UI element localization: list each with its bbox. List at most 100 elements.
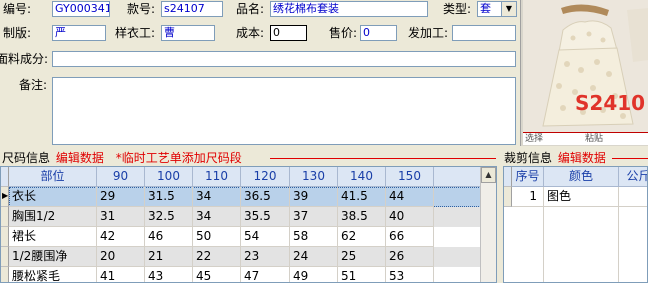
size-cell[interactable]: 53 (386, 267, 434, 282)
type-value: 套 (480, 2, 491, 15)
photo-overlay-text: S2410 (575, 91, 646, 115)
size-grid[interactable]: 部位 90 100 110 120 130 140 150 ▶ 衣长 29 31… (0, 166, 497, 283)
size-cell[interactable]: 25 (338, 247, 386, 267)
size-col-header[interactable]: 130 (290, 167, 338, 187)
chevron-down-icon[interactable]: ▼ (501, 2, 516, 16)
size-cell[interactable]: 47 (241, 267, 290, 282)
size-cell[interactable]: 38.5 (338, 207, 386, 227)
table-row[interactable]: 腰松紧毛 41 43 45 47 49 51 53 (1, 267, 481, 282)
table-row[interactable]: 1/2腰围净 20 21 22 23 24 25 26 (1, 247, 481, 267)
remark-textarea[interactable] (52, 77, 516, 145)
table-row[interactable]: ▶ 衣长 29 31.5 34 36.5 39 41.5 44 (1, 187, 481, 207)
size-cell[interactable]: 23 (241, 247, 290, 267)
sample-field[interactable]: 曹 (161, 25, 215, 41)
size-cell[interactable]: 62 (338, 227, 386, 247)
product-photo: S2410 (523, 0, 648, 132)
cut-grid[interactable]: 序号 颜色 公斤 1 图色 (503, 166, 648, 283)
size-cell[interactable]: 50 (193, 227, 241, 247)
row-indicator (504, 187, 512, 207)
size-cell[interactable]: 29 (97, 187, 145, 207)
code-label: 编号: (3, 2, 32, 16)
cut-col-header[interactable]: 颜色 (544, 167, 619, 187)
size-note: *临时工艺单添加尺码段 (115, 151, 242, 165)
price-label: 售价: (329, 26, 358, 40)
fabric-label: 面料成分: (0, 52, 49, 66)
size-cell[interactable]: 43 (145, 267, 193, 282)
size-edit-link[interactable]: 编辑数据 (56, 151, 104, 165)
fabric-field[interactable] (52, 51, 516, 67)
style-field[interactable]: s24107 (161, 1, 223, 17)
size-section-title: 尺码信息 编辑数据 *临时工艺单添加尺码段 (2, 151, 242, 165)
size-col-header[interactable]: 140 (338, 167, 386, 187)
size-cell[interactable]: 46 (145, 227, 193, 247)
cut-cell[interactable] (619, 187, 647, 207)
size-col-header[interactable]: 150 (386, 167, 434, 187)
size-cell[interactable]: 32.5 (145, 207, 193, 227)
paste-photo-button[interactable]: 粘贴 (585, 133, 603, 145)
table-row[interactable]: 胸围1/2 31 32.5 34 35.5 37 38.5 40 (1, 207, 481, 227)
type-select[interactable]: 套 ▼ (477, 1, 517, 17)
cut-cell[interactable]: 图色 (544, 187, 619, 207)
size-cell[interactable]: 58 (290, 227, 338, 247)
size-header-filler (434, 167, 481, 187)
size-cell[interactable]: 39 (290, 187, 338, 207)
table-row[interactable]: 1 图色 (504, 187, 647, 207)
cost-field[interactable]: 0 (270, 25, 307, 41)
header-indicator (1, 167, 9, 187)
size-cell[interactable]: 34 (193, 187, 241, 207)
size-cell[interactable]: 胸围1/2 (9, 207, 97, 227)
price-field[interactable]: 0 (360, 25, 397, 41)
size-cell[interactable]: 31 (97, 207, 145, 227)
size-cell[interactable]: 44 (386, 187, 434, 207)
size-cell[interactable]: 26 (386, 247, 434, 267)
size-cell[interactable]: 22 (193, 247, 241, 267)
style-label: 款号: (127, 2, 156, 16)
size-cell[interactable]: 20 (97, 247, 145, 267)
size-cell[interactable]: 34 (193, 207, 241, 227)
cut-col-header[interactable]: 公斤 (619, 167, 647, 187)
size-col-header[interactable]: 100 (145, 167, 193, 187)
size-col-header[interactable]: 90 (97, 167, 145, 187)
size-cell[interactable]: 66 (386, 227, 434, 247)
size-col-header[interactable]: 部位 (9, 167, 97, 187)
size-cell[interactable]: 24 (290, 247, 338, 267)
size-cell[interactable]: 42 (97, 227, 145, 247)
size-cell[interactable]: 35.5 (241, 207, 290, 227)
size-cell[interactable]: 45 (193, 267, 241, 282)
size-col-header[interactable]: 120 (241, 167, 290, 187)
cut-col-header[interactable]: 序号 (512, 167, 544, 187)
row-indicator (1, 227, 9, 247)
size-cell[interactable]: 21 (145, 247, 193, 267)
maker-field[interactable]: 严 (52, 25, 106, 41)
cut-cell[interactable]: 1 (512, 187, 544, 207)
size-cell[interactable]: 37 (290, 207, 338, 227)
table-row[interactable]: 裙长 42 46 50 54 58 62 66 (1, 227, 481, 247)
size-cell[interactable]: 裙长 (9, 227, 97, 247)
size-cell[interactable]: 54 (241, 227, 290, 247)
header-indicator (504, 167, 512, 187)
cut-column-line (512, 207, 544, 282)
size-cell[interactable]: 41 (97, 267, 145, 282)
processor-field[interactable] (452, 25, 516, 41)
size-cell[interactable]: 41.5 (338, 187, 386, 207)
size-cell[interactable]: 衣长 (9, 187, 97, 207)
size-cell[interactable]: 36.5 (241, 187, 290, 207)
size-grid-scrollbar[interactable]: ▲ (480, 167, 496, 282)
cut-section-title: 裁剪信息 编辑数据 (504, 151, 606, 165)
size-cell[interactable]: 31.5 (145, 187, 193, 207)
select-photo-button[interactable]: 选择 (525, 133, 543, 145)
row-indicator (1, 267, 9, 282)
scroll-up-icon[interactable]: ▲ (481, 167, 496, 183)
size-col-header[interactable]: 110 (193, 167, 241, 187)
cut-section-divider (612, 158, 648, 159)
cut-edit-link[interactable]: 编辑数据 (558, 151, 606, 165)
size-cell[interactable]: 49 (290, 267, 338, 282)
size-cell[interactable]: 40 (386, 207, 434, 227)
size-cell[interactable]: 1/2腰围净 (9, 247, 97, 267)
size-cell[interactable]: 51 (338, 267, 386, 282)
processor-label: 发加工: (408, 26, 449, 40)
name-field[interactable]: 绣花棉布套装 (270, 1, 428, 17)
code-field[interactable]: GY0003415 (52, 1, 110, 17)
size-cell[interactable]: 腰松紧毛 (9, 267, 97, 282)
name-label: 品名: (236, 2, 265, 16)
